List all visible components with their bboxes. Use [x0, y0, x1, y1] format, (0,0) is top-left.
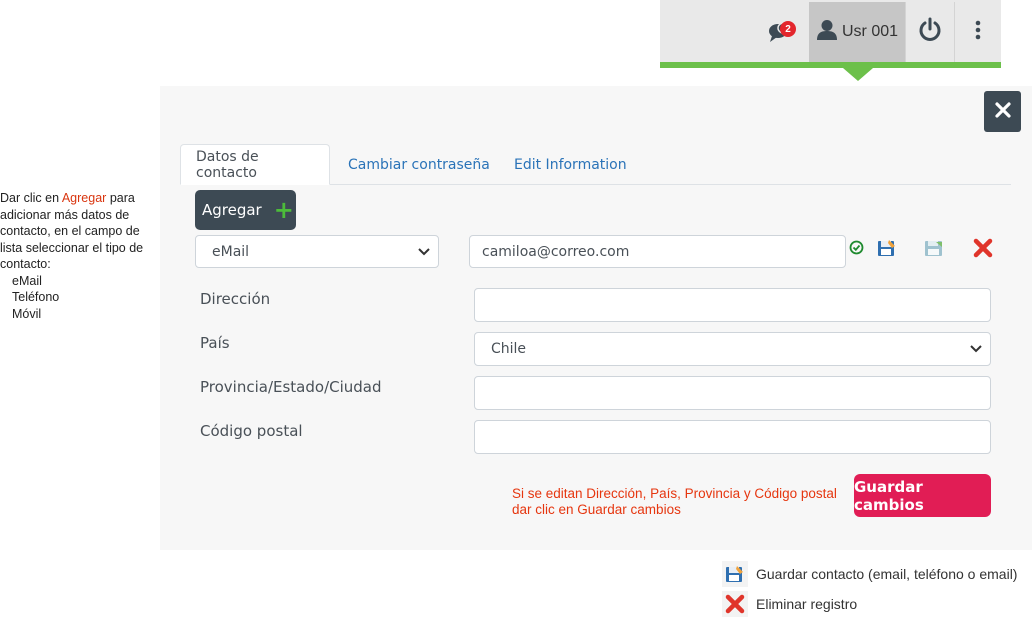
save-instruction-note: Si se editan Dirección, País, Provincia …	[512, 486, 837, 517]
pais-value: Chile	[491, 341, 527, 357]
option-movil: Móvil	[12, 306, 42, 321]
save-changes-button[interactable]: Guardar cambios	[854, 474, 991, 517]
codigo-postal-label: Código postal	[200, 422, 303, 440]
legend-save-text: Guardar contacto (email, teléfono o emai…	[756, 566, 1018, 582]
vertical-dots-icon	[975, 20, 981, 44]
user-name: Usr 001	[841, 23, 899, 40]
add-contact-button[interactable]: Agregar +	[195, 190, 296, 230]
contact-value: camiloa@correo.com	[482, 243, 630, 260]
option-telefono: Teléfono	[12, 290, 60, 304]
chevron-down-icon	[418, 244, 430, 260]
save-disabled-icon[interactable]	[924, 238, 944, 262]
tab-edit-information[interactable]: Edit Information	[499, 144, 642, 185]
notification-count-badge: 2	[780, 21, 796, 37]
user-icon	[816, 19, 838, 45]
delete-x-icon	[722, 591, 748, 617]
user-menu-button[interactable]: Usr 001	[809, 2, 905, 62]
add-button-label: Agregar	[202, 201, 262, 219]
option-email: eMail	[12, 273, 42, 288]
instruction-note: Dar clic en Agregar para adicionar más d…	[0, 190, 158, 322]
tab-cambiar-contrasena[interactable]: Cambiar contraseña	[333, 144, 505, 185]
chevron-down-icon	[970, 341, 982, 357]
tab-datos-de-contacto[interactable]: Datos de contacto	[180, 144, 330, 185]
save-contact-icon	[722, 561, 748, 587]
provincia-input[interactable]	[474, 376, 991, 410]
accent-line	[660, 62, 1001, 68]
dropdown-pointer	[843, 68, 873, 81]
save-contact-icon[interactable]	[877, 238, 897, 262]
contact-type-value: eMail	[212, 243, 250, 260]
power-button[interactable]	[906, 2, 954, 62]
close-button[interactable]	[984, 91, 1021, 132]
plus-icon: +	[273, 196, 294, 224]
close-icon	[994, 101, 1011, 122]
legend-delete: Eliminar registro	[722, 591, 857, 617]
direccion-input[interactable]	[474, 288, 991, 322]
check-circle-icon	[849, 240, 864, 259]
delete-x-icon[interactable]	[973, 238, 993, 262]
contact-value-input[interactable]: camiloa@correo.com	[469, 235, 846, 268]
notifications-button[interactable]: 2	[757, 2, 805, 62]
codigo-postal-input[interactable]	[474, 420, 991, 454]
power-icon	[917, 17, 943, 47]
pais-label: País	[200, 334, 230, 352]
agregar-highlight: Agregar	[61, 191, 107, 205]
legend-save: Guardar contacto (email, teléfono o emai…	[722, 561, 1017, 587]
pais-select[interactable]: Chile	[474, 332, 991, 366]
legend-delete-text: Eliminar registro	[756, 596, 858, 612]
contact-type-select[interactable]: eMail	[195, 235, 439, 268]
direccion-label: Dirección	[200, 290, 271, 308]
more-menu-button[interactable]	[955, 2, 1001, 62]
provincia-label: Provincia/Estado/Ciudad	[200, 378, 382, 396]
